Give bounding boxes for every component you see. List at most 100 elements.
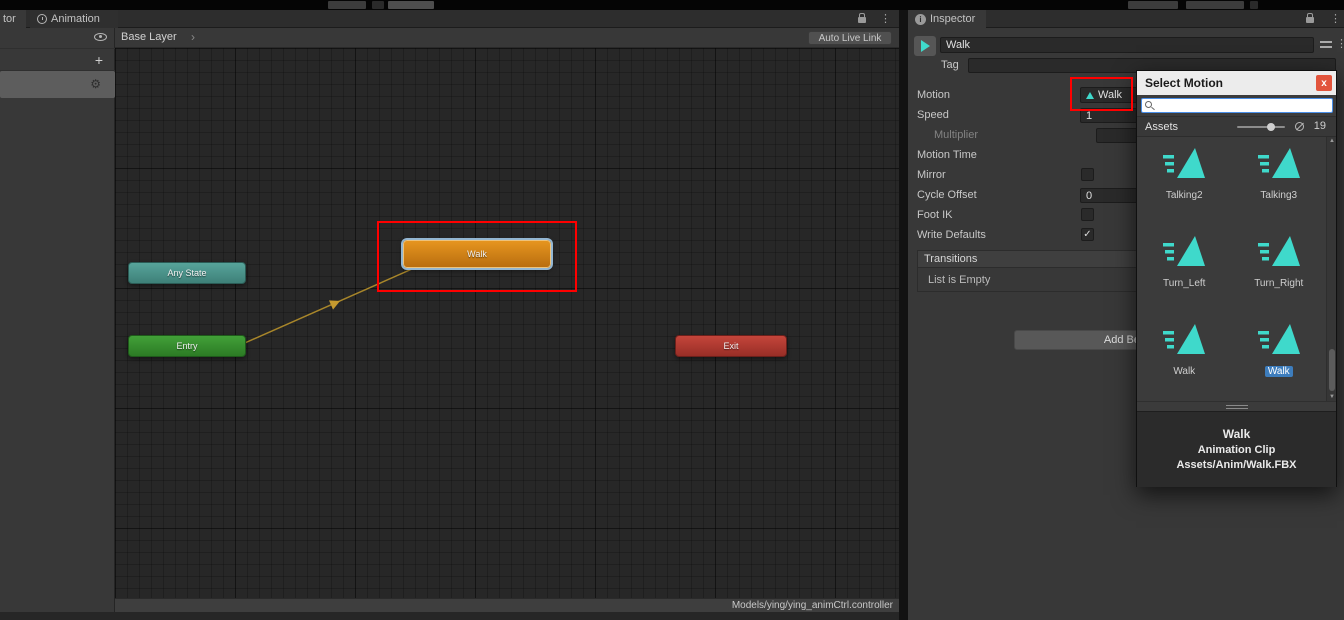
layers-sidebar: + ⚙ — [0, 28, 115, 612]
motion-item-turn-left[interactable]: Turn_Left — [1137, 225, 1232, 313]
popup-assets-row: Assets 19 — [1137, 117, 1336, 137]
asset-count: 19 — [1313, 120, 1326, 132]
popup-titlebar[interactable]: Select Motion x — [1137, 71, 1336, 95]
motion-time-label: Motion Time — [917, 149, 977, 161]
selected-asset-name: Walk — [1222, 427, 1251, 441]
transition-arrow-icon — [328, 300, 341, 310]
selected-asset-type: Animation Clip — [1197, 444, 1276, 456]
eye-icon[interactable] — [94, 33, 107, 41]
grip-icon — [1225, 404, 1248, 406]
write-defaults-label: Write Defaults — [917, 229, 986, 241]
node-exit[interactable]: Exit — [675, 335, 787, 357]
motion-item-label: Turn_Left — [1163, 278, 1206, 289]
foot-ik-checkbox[interactable] — [1081, 208, 1094, 221]
search-icon — [1145, 101, 1152, 108]
multiplier-label: Multiplier — [934, 129, 979, 141]
animation-clip-icon — [1257, 148, 1300, 178]
window-tab-stub[interactable] — [1128, 1, 1178, 9]
lock-icon[interactable] — [858, 13, 866, 23]
search-input[interactable] — [1141, 98, 1333, 113]
foot-ik-label: Foot IK — [917, 209, 953, 221]
node-walk[interactable]: Walk — [403, 240, 551, 268]
sidebar-add-row: + — [0, 48, 115, 71]
tab-animation[interactable]: Animation — [30, 10, 118, 28]
breadcrumb[interactable]: Base Layer — [121, 31, 177, 43]
check-icon: ✓ — [1083, 229, 1092, 240]
transition-entry-to-walk[interactable] — [237, 264, 422, 347]
write-defaults-checkbox[interactable]: ✓ — [1081, 228, 1094, 241]
layer-row[interactable]: ⚙ — [0, 71, 115, 98]
motion-value: Walk — [1098, 89, 1123, 101]
motion-item-label: Talking2 — [1165, 190, 1203, 201]
animator-state-icon — [914, 36, 936, 56]
mirror-checkbox[interactable] — [1081, 168, 1094, 181]
window-tab-stub[interactable] — [328, 1, 366, 9]
motion-item-walk[interactable]: Walk — [1137, 313, 1232, 401]
motion-item-label: Turn_Right — [1254, 278, 1304, 289]
motion-item-label: Walk — [1173, 366, 1196, 377]
node-entry[interactable]: Entry — [128, 335, 246, 357]
selected-asset-path: Assets/Anim/Walk.FBX — [1176, 459, 1297, 471]
window-tab-stub[interactable] — [388, 1, 434, 9]
kebab-menu-icon[interactable]: ⋮ — [1336, 37, 1344, 50]
scroll-up-icon[interactable]: ▲ — [1327, 138, 1337, 144]
auto-live-link-button[interactable]: Auto Live Link — [808, 31, 892, 45]
tab-inspector-label: Inspector — [930, 13, 976, 25]
kebab-menu-icon[interactable]: ⋮ — [1330, 12, 1341, 25]
motion-item-walk-selected[interactable]: Walk — [1232, 313, 1327, 401]
animator-toolbar: Base Layer › Auto Live Link — [115, 28, 899, 48]
close-button[interactable]: x — [1316, 75, 1332, 91]
popup-title: Select Motion — [1145, 76, 1224, 90]
gear-icon[interactable]: ⚙ — [90, 77, 101, 91]
state-name-input[interactable] — [940, 37, 1314, 53]
tab-animator-partial[interactable]: tor — [0, 10, 26, 28]
motion-label: Motion — [917, 89, 951, 101]
controller-path: Models/ying/ying_animCtrl.controller — [731, 600, 893, 611]
scroll-down-icon[interactable]: ▼ — [1327, 394, 1337, 400]
slider-knob[interactable] — [1267, 123, 1275, 131]
animator-graph[interactable]: Any State Walk Entry Exit — [115, 48, 899, 598]
add-layer-button[interactable]: + — [95, 52, 103, 68]
lock-icon[interactable] — [1306, 13, 1314, 23]
node-any-state[interactable]: Any State — [128, 262, 246, 284]
window-tab-stub[interactable] — [1250, 1, 1258, 9]
presets-icon[interactable] — [1320, 40, 1332, 50]
grip-icon — [1225, 407, 1248, 409]
tab-inspector[interactable]: i Inspector — [908, 10, 986, 28]
status-bar: Models/ying/ying_animCtrl.controller — [115, 598, 899, 612]
select-motion-window: Select Motion x Assets 19 Talking2 Talki… — [1136, 70, 1337, 487]
motion-item-talking3[interactable]: Talking3 — [1232, 137, 1327, 225]
motion-item-talking2[interactable]: Talking2 — [1137, 137, 1232, 225]
sidebar-eye-row — [0, 28, 115, 48]
popup-search-row — [1137, 95, 1336, 117]
motion-item-label: Talking3 — [1260, 190, 1298, 201]
assets-tab[interactable]: Assets — [1145, 121, 1178, 133]
asset-grid: Talking2 Talking3 Turn_Left Turn_Right W… — [1137, 137, 1336, 401]
window-tab-stub[interactable] — [372, 1, 384, 9]
icon-size-slider[interactable] — [1237, 123, 1285, 131]
popup-scrollbar[interactable]: ▲ ▼ — [1326, 137, 1336, 401]
animator-tabbar: tor Animation ⋮ — [0, 10, 899, 28]
scrollbar-thumb[interactable] — [1329, 349, 1335, 391]
animation-clip-icon — [1163, 324, 1206, 354]
panel-divider[interactable] — [899, 10, 908, 620]
info-icon: i — [915, 13, 926, 25]
clock-icon — [37, 14, 47, 24]
popup-resize-handle[interactable] — [1137, 401, 1336, 411]
hidden-count-icon — [1295, 122, 1304, 131]
breadcrumb-chevron-icon: › — [191, 30, 195, 44]
inspector-tabbar: i Inspector ⋮ — [908, 10, 1344, 28]
kebab-menu-icon[interactable]: ⋮ — [880, 12, 891, 25]
mirror-label: Mirror — [917, 169, 946, 181]
motion-item-turn-right[interactable]: Turn_Right — [1232, 225, 1327, 313]
window-bottom-edge — [0, 612, 899, 620]
motion-item-label-selected: Walk — [1264, 366, 1293, 377]
tab-animator-label: tor — [3, 13, 16, 25]
animation-clip-icon — [1163, 236, 1206, 266]
cycle-offset-label: Cycle Offset — [917, 189, 977, 201]
animation-clip-icon — [1257, 324, 1300, 354]
animation-clip-icon — [1257, 236, 1300, 266]
window-tab-stub[interactable] — [1186, 1, 1244, 9]
tab-animation-label: Animation — [51, 13, 100, 25]
top-window-strip — [0, 0, 1344, 10]
